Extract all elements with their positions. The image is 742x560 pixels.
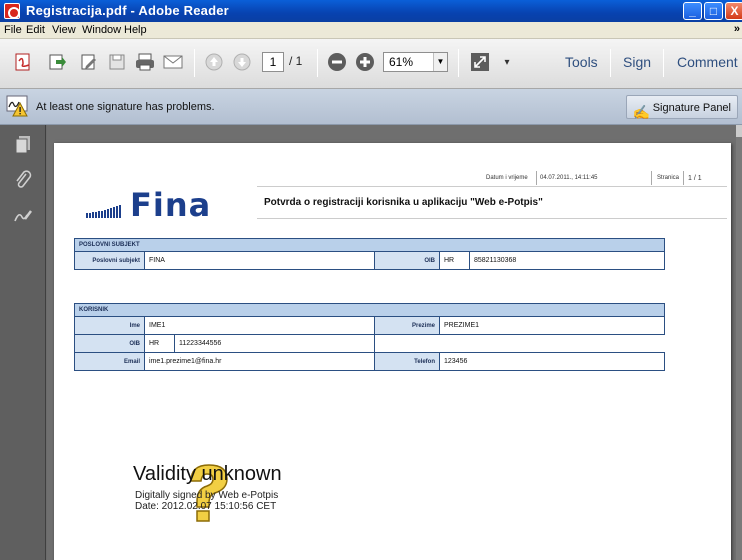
document-viewport[interactable]: Datum i vrijeme 04.07.2011., 14:11:45 St… [47, 125, 742, 560]
menu-edit[interactable]: Edit [26, 24, 45, 36]
adobe-reader-window: Registracija.pdf - Adobe Reader _ □ X Fi… [0, 0, 742, 560]
zoom-value: 61% [389, 55, 414, 69]
close-button[interactable]: X [725, 2, 742, 20]
field-value: ime1.prezime1@fina.hr [144, 352, 375, 371]
window-title: Registracija.pdf - Adobe Reader [26, 3, 229, 18]
field-label: Ime [74, 316, 145, 335]
field-label: OIB [74, 334, 145, 353]
comment-link[interactable]: Comment [677, 54, 738, 70]
save-icon[interactable] [106, 51, 128, 73]
field-value: 123456 [439, 352, 665, 371]
signature-appearance[interactable]: Validity unknown Digitally signed by Web… [133, 463, 313, 553]
section-heading: POSLOVNI SUBJEKT [74, 238, 665, 252]
tools-link[interactable]: Tools [565, 54, 598, 70]
business-subject-table: POSLOVNI SUBJEKT Poslovni subjekt FINA O… [74, 238, 665, 270]
toolbar-separator [194, 49, 195, 77]
field-value: 11223344556 [174, 334, 375, 353]
signature-signed-by: Digitally signed by Web e-Potpis [135, 490, 279, 501]
minimize-button[interactable]: _ [683, 2, 702, 20]
pdf-page: Datum i vrijeme 04.07.2011., 14:11:45 St… [54, 143, 731, 560]
field-label: Email [74, 352, 145, 371]
field-label: OIB [374, 251, 440, 270]
page-total: / 1 [289, 54, 303, 68]
menu-bar: File Edit View Window Help » [0, 22, 742, 39]
menu-help[interactable]: Help [124, 24, 147, 36]
menu-file[interactable]: File [4, 24, 22, 36]
toolbar-separator [663, 49, 664, 77]
page-value: 1 / 1 [688, 175, 702, 182]
vertical-scrollbar[interactable] [736, 125, 742, 560]
date-value: 04.07.2011., 14:11:45 [540, 175, 598, 181]
toolbar: 1 / 1 61% ▼ ▾ Tools Sign Comment [0, 39, 742, 89]
signature-status-message: At least one signature has problems. [36, 101, 215, 113]
maximize-button[interactable]: □ [704, 2, 723, 20]
edit-icon[interactable] [78, 51, 100, 73]
menu-view[interactable]: View [52, 24, 76, 36]
toolbar-separator [610, 49, 611, 77]
adobe-reader-icon [4, 3, 20, 19]
zoom-in-icon[interactable] [354, 51, 376, 73]
field-value: IME1 [144, 316, 375, 335]
prev-page-icon[interactable] [203, 51, 225, 73]
signature-panel-button[interactable]: ✍ Signature Panel [625, 95, 738, 120]
attachments-paperclip-icon[interactable] [13, 170, 33, 190]
user-table: KORISNIK Ime IME1 Prezime PREZIME1 OIB H… [74, 303, 665, 371]
document-title: Potvrda o registraciji korisnika u aplik… [264, 197, 543, 208]
signatures-pen-icon[interactable] [13, 207, 33, 227]
toolbar-separator [458, 49, 459, 77]
zoom-out-icon[interactable] [326, 51, 348, 73]
date-label: Datum i vrijeme [486, 175, 528, 181]
signature-warning-icon [6, 95, 28, 117]
navigation-pane [0, 125, 46, 560]
toolbar-separator [317, 49, 318, 77]
menu-window[interactable]: Window [82, 24, 121, 36]
more-tools-chevron-icon[interactable]: ▾ [496, 51, 518, 73]
print-icon[interactable] [134, 51, 156, 73]
field-value: FINA [144, 251, 375, 270]
section-heading: KORISNIK [74, 303, 665, 317]
field-label: Poslovni subjekt [74, 251, 145, 270]
next-page-icon[interactable] [231, 51, 253, 73]
page-number-input[interactable]: 1 [262, 52, 284, 72]
signature-validity-status: Validity unknown [133, 463, 282, 485]
fit-page-icon[interactable] [469, 51, 491, 73]
pages-thumbnail-icon[interactable] [13, 135, 33, 155]
field-value: HR [439, 251, 470, 270]
menu-overflow-icon[interactable]: » [734, 23, 740, 35]
title-bar[interactable]: Registracija.pdf - Adobe Reader _ □ X [0, 0, 742, 22]
chevron-down-icon[interactable]: ▼ [433, 53, 447, 71]
export-icon[interactable] [46, 51, 68, 73]
zoom-select[interactable]: 61% ▼ [383, 52, 448, 72]
field-label: Prezime [374, 316, 440, 335]
field-value: 85821130368 [469, 251, 665, 270]
sign-link[interactable]: Sign [623, 54, 651, 70]
signature-message-bar: At least one signature has problems. ✍ S… [0, 89, 742, 125]
fina-logo: Fina [78, 186, 210, 224]
logo-wordmark: Fina [130, 186, 212, 224]
signature-pen-icon: ✍ [632, 104, 651, 120]
page-label: Stranica [657, 175, 680, 181]
email-icon[interactable] [162, 51, 184, 73]
signature-date: Date: 2012.02.07 15:10:56 CET [135, 501, 277, 512]
field-label: Telefon [374, 352, 440, 371]
create-pdf-icon[interactable] [12, 51, 34, 73]
signature-panel-label: Signature Panel [652, 102, 731, 114]
field-value: PREZIME1 [439, 316, 665, 335]
field-value: HR [144, 334, 175, 353]
